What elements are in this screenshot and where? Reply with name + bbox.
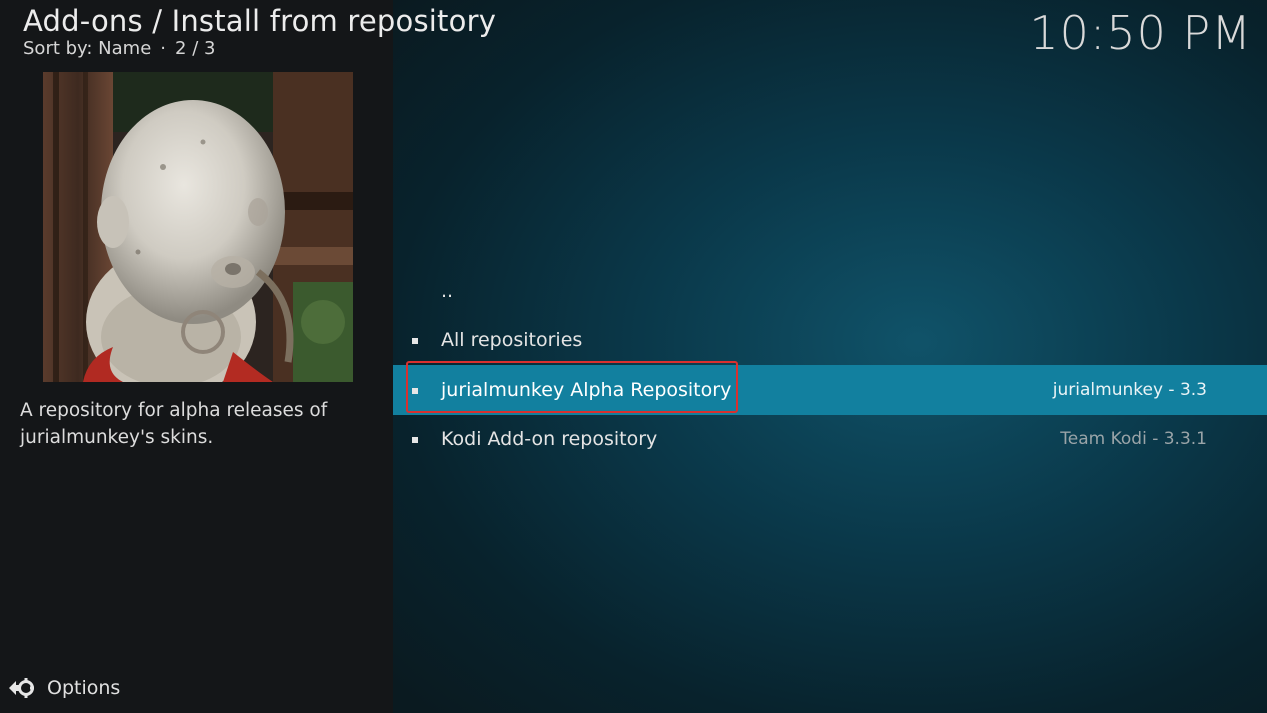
clock: 10:50 PM bbox=[1029, 6, 1252, 60]
sort-label[interactable]: Sort by: Name bbox=[23, 38, 151, 59]
addon-description: A repository for alpha releases of juria… bbox=[20, 400, 328, 448]
list-item-kodi-addon-repository[interactable]: Kodi Add-on repository Team Kodi - 3.3.1 bbox=[393, 415, 1267, 465]
bullet-icon bbox=[412, 437, 418, 444]
page-counter: 2 / 3 bbox=[175, 38, 216, 59]
sort-info: Sort by: Name · 2 / 3 bbox=[23, 38, 215, 59]
options-icon bbox=[8, 677, 34, 699]
list-item-label: Kodi Add-on repository bbox=[441, 428, 658, 451]
repository-list: .. All repositories jurialmunkey Alpha R… bbox=[393, 266, 1267, 464]
list-item-meta: Team Kodi - 3.3.1 bbox=[1060, 429, 1207, 450]
list-item-jurialmunkey-alpha-repository[interactable]: jurialmunkey Alpha Repository jurialmunk… bbox=[393, 365, 1267, 415]
list-item-all-repositories[interactable]: All repositories bbox=[393, 316, 1267, 366]
bullet-icon bbox=[412, 338, 418, 345]
bullet-icon bbox=[412, 387, 418, 394]
list-item-label: .. bbox=[441, 279, 454, 302]
options-label: Options bbox=[47, 677, 121, 699]
list-item-label: All repositories bbox=[441, 329, 583, 352]
addon-thumbnail bbox=[43, 72, 353, 382]
kodi-screen: Add-ons / Install from repository Sort b… bbox=[0, 0, 1267, 713]
options-button[interactable]: Options bbox=[8, 677, 120, 699]
separator-dot: · bbox=[160, 38, 167, 59]
page-title: Add-ons / Install from repository bbox=[23, 4, 497, 38]
list-item-parent[interactable]: .. bbox=[393, 266, 1267, 316]
list-item-meta: jurialmunkey - 3.3 bbox=[1052, 379, 1207, 400]
list-item-label: jurialmunkey Alpha Repository bbox=[441, 378, 732, 401]
